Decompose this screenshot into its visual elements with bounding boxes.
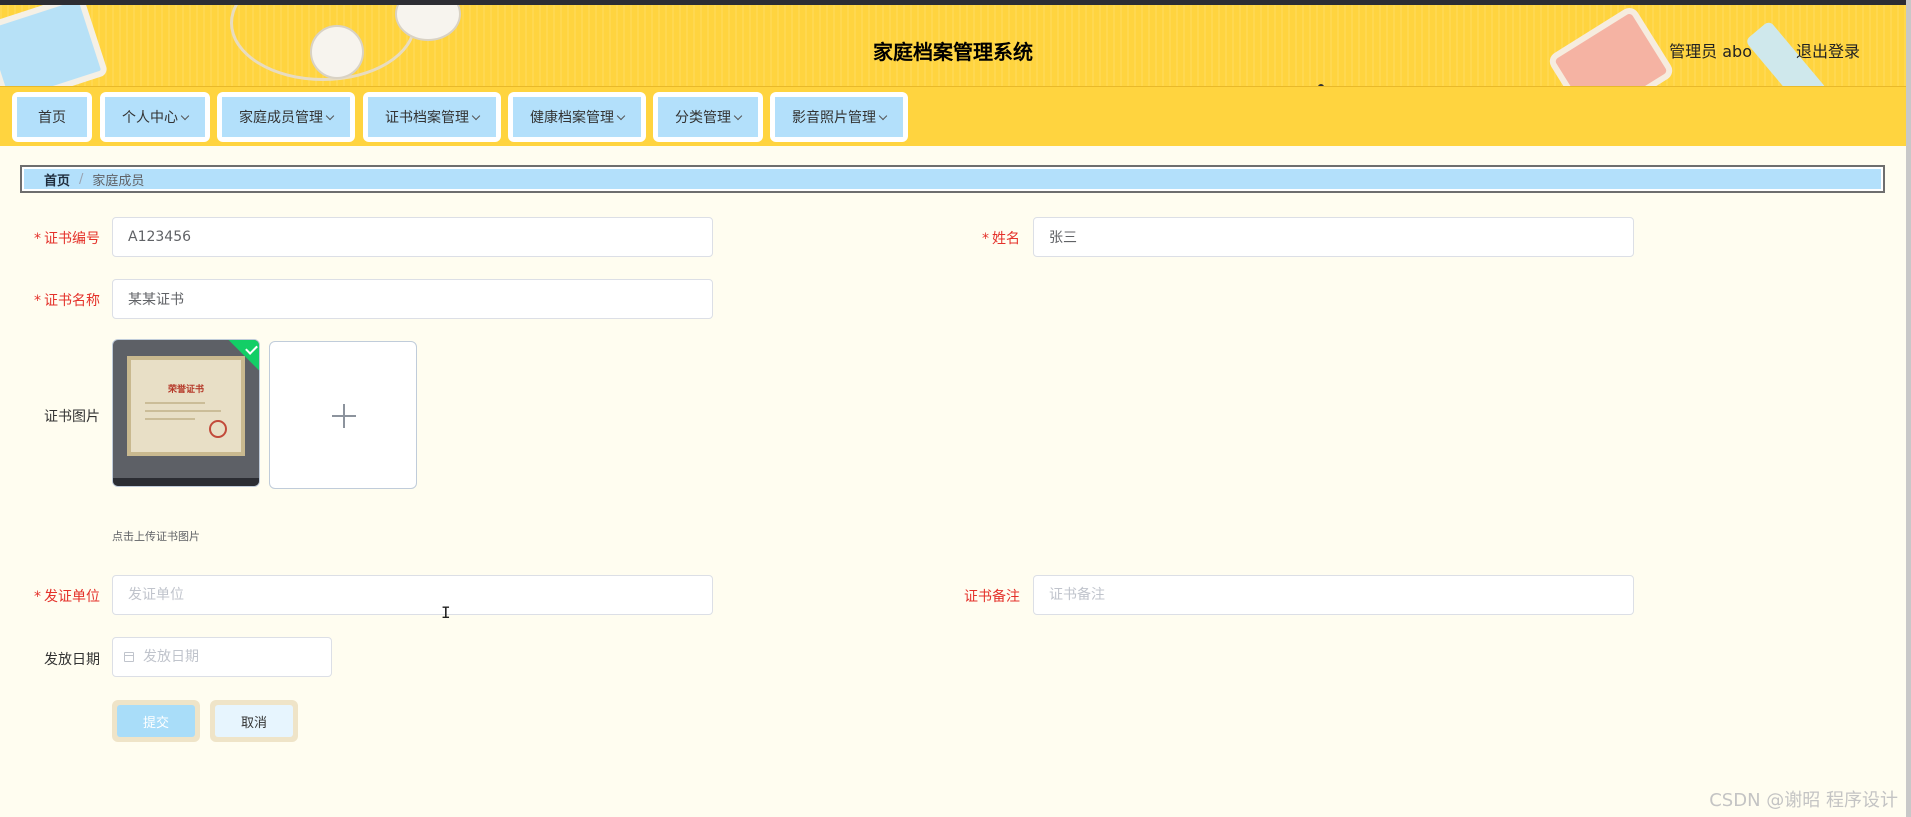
breadcrumb-current: 家庭成员 xyxy=(92,173,145,189)
scrollbar-thumb[interactable] xyxy=(1906,0,1911,817)
nav-item-categories[interactable]: 分类管理 xyxy=(653,92,763,142)
submit-button[interactable]: 提交 xyxy=(117,705,195,737)
chevron-down-icon xyxy=(180,111,190,120)
cancel-button-wrap: 取消 xyxy=(210,700,298,742)
nav-item-label: 健康档案管理 xyxy=(530,110,614,126)
logout-link[interactable]: 退出登录 xyxy=(1796,38,1860,62)
chevron-down-icon xyxy=(471,111,481,120)
cert-name-input[interactable] xyxy=(112,279,713,319)
issue-date-picker[interactable] xyxy=(112,637,332,677)
nav-item-health-records[interactable]: 健康档案管理 xyxy=(508,92,646,142)
cert-image-label: 证书图片 xyxy=(44,409,100,425)
page: 家庭档案管理系统 管理员 abo 退出登录 首页 个人中心 家庭成员管理 证书档… xyxy=(0,0,1906,817)
certificate-preview: 荣誉证书 xyxy=(127,356,245,456)
remark-label: 证书备注 xyxy=(964,589,1020,605)
uploaded-cert-image[interactable]: 荣誉证书 xyxy=(112,339,260,487)
chevron-down-icon xyxy=(878,111,888,120)
vertical-scrollbar[interactable] xyxy=(1906,0,1911,817)
watermark: CSDN @谢昭 程序设计 xyxy=(1709,790,1898,811)
issuer-input[interactable] xyxy=(112,575,713,615)
app-header: 家庭档案管理系统 管理员 abo 退出登录 xyxy=(0,0,1906,86)
nav-item-media-photos[interactable]: 影音照片管理 xyxy=(770,92,908,142)
nav-item-label: 首页 xyxy=(38,110,66,126)
app-title: 家庭档案管理系统 xyxy=(873,40,1033,64)
name-input[interactable] xyxy=(1033,217,1634,257)
name-label: * 姓名 xyxy=(982,231,1020,247)
breadcrumb: 首页 / 家庭成员 xyxy=(20,165,1885,193)
nav-item-label: 分类管理 xyxy=(675,110,731,126)
remark-input[interactable] xyxy=(1033,575,1634,615)
seal-icon xyxy=(209,420,227,438)
upload-hint: 点击上传证书图片 xyxy=(112,530,200,543)
nav-item-label: 家庭成员管理 xyxy=(239,110,323,126)
cancel-button[interactable]: 取消 xyxy=(215,705,293,737)
plus-icon xyxy=(343,404,345,428)
nav-item-personal-center[interactable]: 个人中心 xyxy=(100,92,210,142)
chevron-down-icon xyxy=(733,111,743,120)
nav-item-certificates[interactable]: 证书档案管理 xyxy=(363,92,501,142)
nav-item-family-members[interactable]: 家庭成员管理 xyxy=(217,92,355,142)
breadcrumb-home[interactable]: 首页 xyxy=(44,170,70,189)
issue-date-label: 发放日期 xyxy=(44,652,100,668)
calendar-icon xyxy=(124,652,134,662)
breadcrumb-separator: / xyxy=(79,171,84,187)
nav-item-home[interactable]: 首页 xyxy=(12,92,92,142)
cert-no-label: * 证书编号 xyxy=(34,231,100,247)
issuer-label: * 发证单位 xyxy=(34,589,100,605)
current-user: 管理员 abo xyxy=(1669,42,1752,61)
text-cursor-icon: I xyxy=(441,603,451,622)
main-nav: 首页 个人中心 家庭成员管理 证书档案管理 健康档案管理 分类管理 影音照片管理 xyxy=(0,86,1906,146)
cert-name-label: * 证书名称 xyxy=(34,293,100,309)
nav-item-label: 证书档案管理 xyxy=(385,110,469,126)
chevron-down-icon xyxy=(325,111,335,120)
cert-no-input[interactable] xyxy=(112,217,713,257)
chevron-down-icon xyxy=(616,111,626,120)
submit-button-wrap: 提交 xyxy=(112,700,200,742)
certificate-preview-title: 荣誉证书 xyxy=(167,385,204,395)
upload-image-button[interactable] xyxy=(269,341,417,489)
nav-item-label: 个人中心 xyxy=(122,110,178,126)
nav-item-label: 影音照片管理 xyxy=(792,110,876,126)
